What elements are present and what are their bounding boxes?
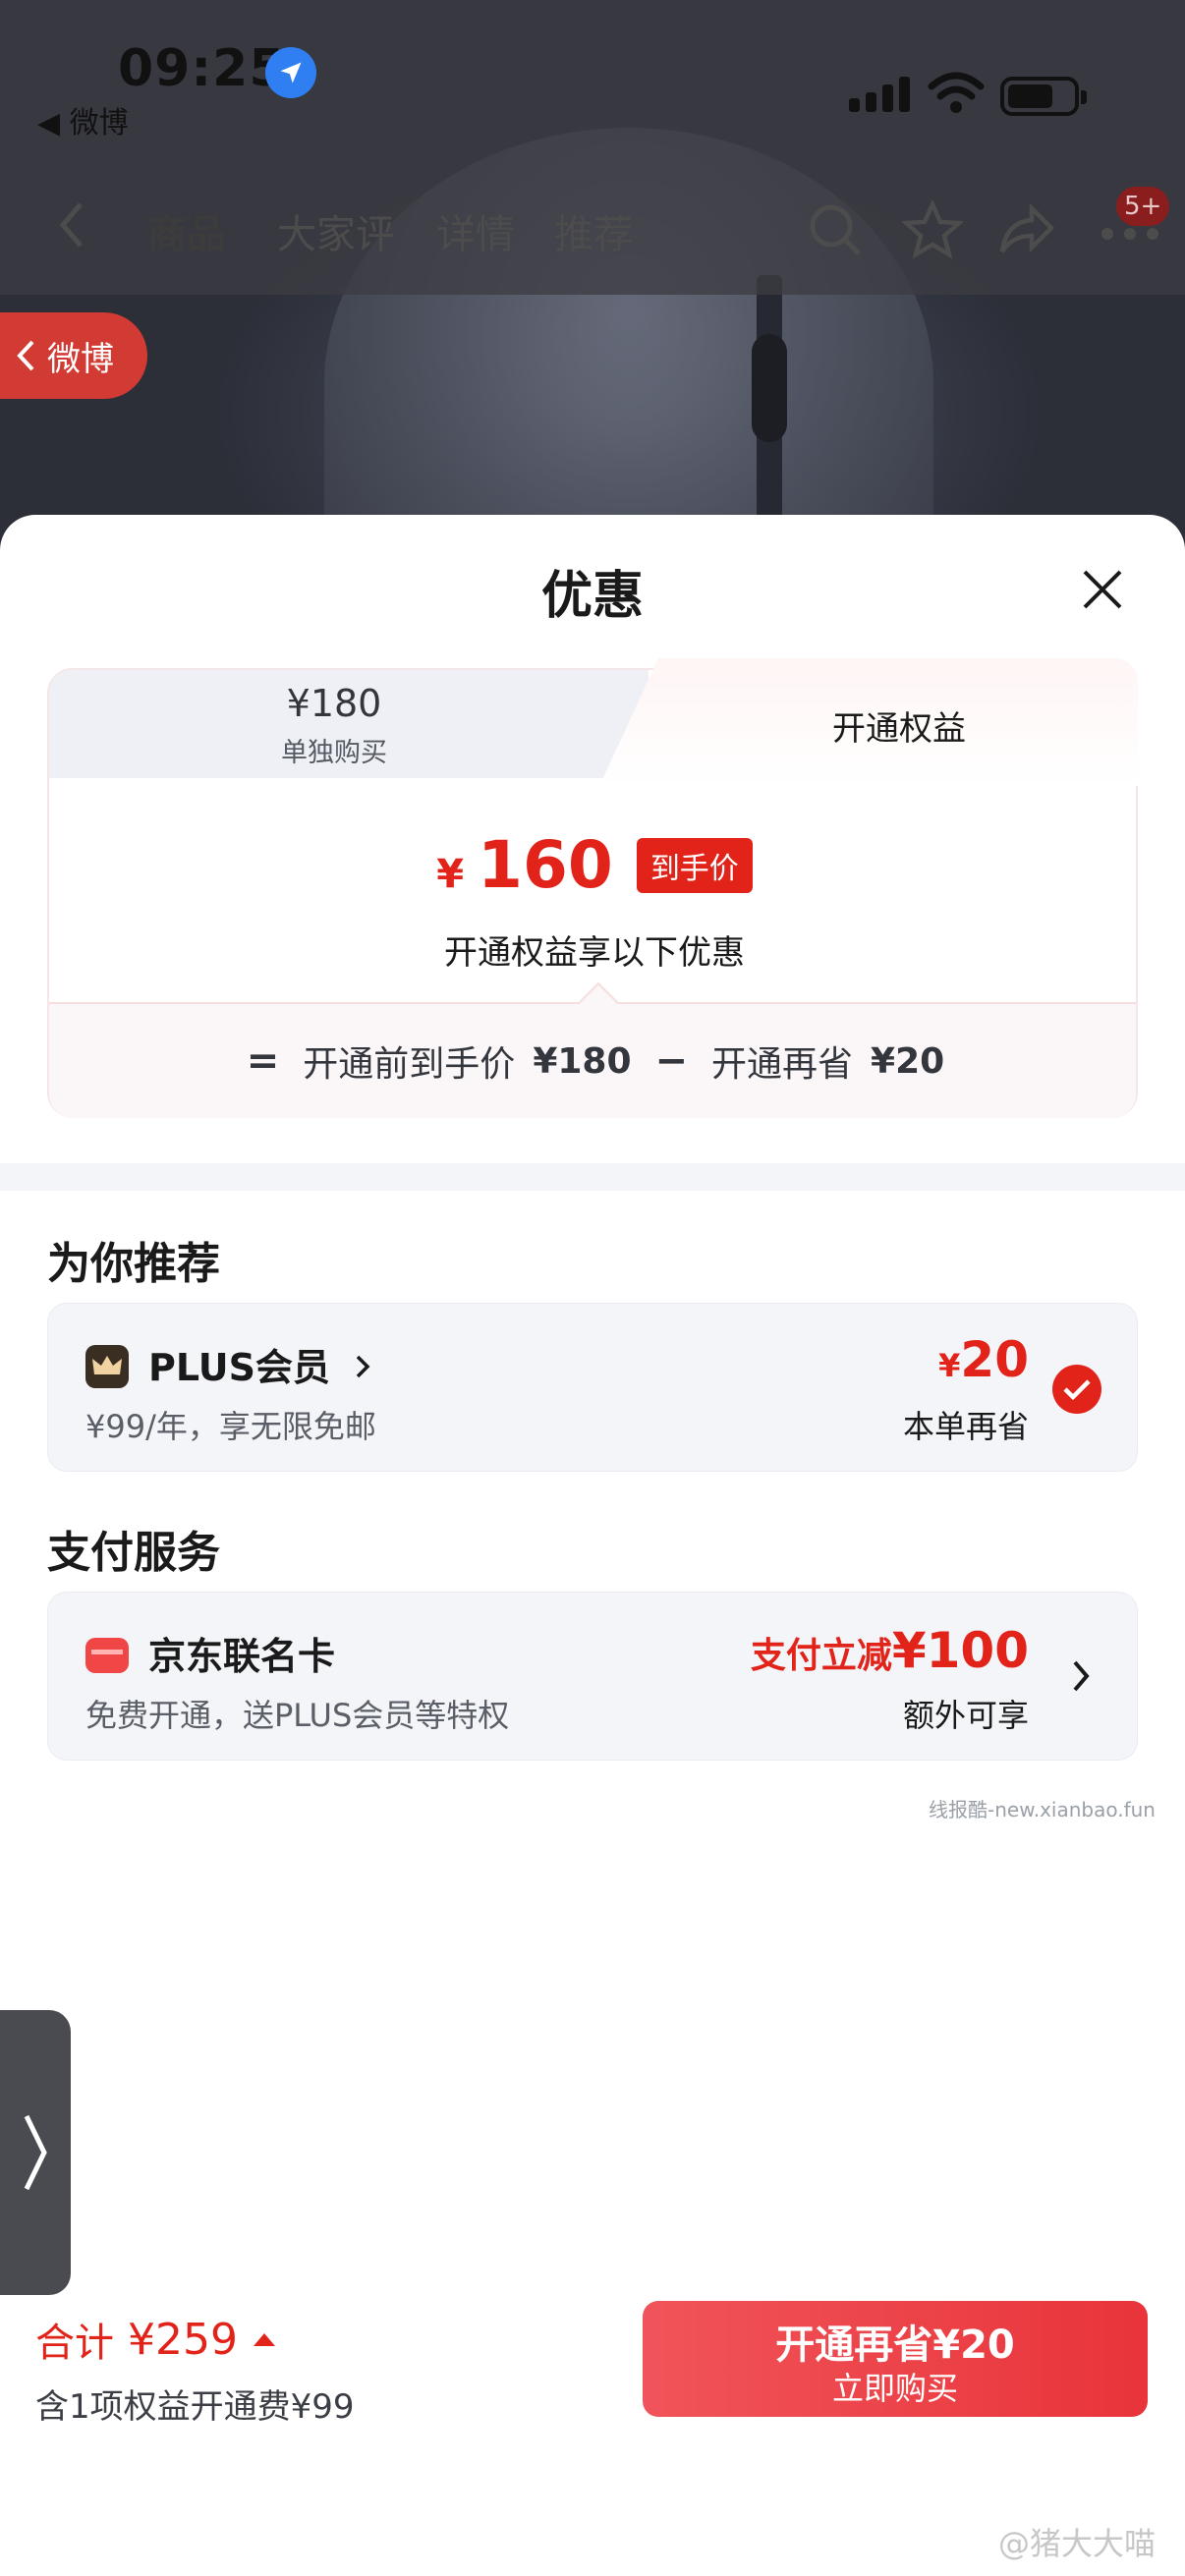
total-subtitle: 含1项权益开通费¥99 bbox=[35, 2387, 355, 2427]
caret-up-icon bbox=[253, 2333, 275, 2346]
plus-save-label: 本单再省 bbox=[902, 1408, 1029, 1445]
plus-member-option[interactable]: PLUS会员 ¥99/年，享无限免邮 ¥20 本单再省 bbox=[47, 1303, 1138, 1472]
jd-card-name: 京东联名卡 bbox=[148, 1635, 336, 1678]
jd-card-offer-sub: 额外可享 bbox=[902, 1697, 1029, 1734]
single-label: 单独购买 bbox=[281, 738, 387, 768]
chevron-left-icon bbox=[17, 340, 34, 371]
product-tab-reviews[interactable]: 大家评 bbox=[277, 202, 395, 259]
equals-sign: = bbox=[246, 1038, 280, 1084]
checkmark-icon[interactable] bbox=[1052, 1365, 1101, 1414]
before-price-label: 开通前到手价 bbox=[303, 1044, 516, 1085]
jd-card-option[interactable]: 京东联名卡 免费开通，送PLUS会员等特权 支付立减¥100 额外可享 bbox=[47, 1592, 1138, 1761]
jd-card-offer: 支付立减¥100 bbox=[751, 1622, 1029, 1679]
watermark-text: 线报酷-new.xianbao.fun bbox=[929, 1798, 1156, 1821]
save-label: 开通再省 bbox=[711, 1044, 854, 1085]
author-credit: @猪大大喵 bbox=[997, 2525, 1156, 2562]
notification-badge: 5+ bbox=[1116, 187, 1170, 226]
side-drawer-handle[interactable] bbox=[0, 2010, 71, 2295]
crown-icon bbox=[85, 1345, 129, 1388]
status-time: 09:25 bbox=[118, 39, 286, 98]
discount-sheet: 优惠 ¥180 单独购买 开通权益 ¥ 160 到手价 开通权益享以下优惠 = … bbox=[0, 515, 1185, 2576]
close-icon[interactable] bbox=[1077, 564, 1128, 615]
back-chevron-icon[interactable] bbox=[57, 200, 86, 253]
final-price-value: 160 bbox=[478, 827, 613, 903]
chevron-right-icon bbox=[356, 1355, 370, 1378]
price-calculation: = 开通前到手价 ¥180 − 开通再省 ¥20 bbox=[49, 981, 1136, 1118]
product-tab-goods[interactable]: 商品 bbox=[147, 202, 226, 259]
more-icon[interactable] bbox=[1100, 226, 1159, 245]
final-price-tag: 到手价 bbox=[636, 837, 753, 893]
jd-card-desc: 免费开通，送PLUS会员等特权 bbox=[85, 1697, 510, 1734]
plus-member-desc: ¥99/年，享无限免邮 bbox=[85, 1408, 376, 1445]
section-divider bbox=[0, 1163, 1185, 1191]
status-bar: 09:25 ◀ 微博 bbox=[0, 0, 1185, 147]
plus-save-currency: ¥ bbox=[938, 1347, 961, 1384]
save-value: ¥20 bbox=[871, 1040, 945, 1082]
product-tab-details[interactable]: 详情 bbox=[436, 202, 515, 259]
payment-title: 支付服务 bbox=[47, 1528, 220, 1578]
recommend-title: 为你推荐 bbox=[47, 1239, 220, 1289]
chevron-right-icon[interactable] bbox=[1070, 1657, 1092, 1699]
tab-single-purchase[interactable]: ¥180 单独购买 bbox=[49, 670, 649, 778]
favorite-star-icon[interactable] bbox=[900, 198, 965, 263]
total-label: 合计 bbox=[35, 2321, 114, 2366]
final-price-row: ¥ 160 到手价 bbox=[49, 827, 1140, 903]
total-value: ¥259 bbox=[128, 2314, 238, 2365]
credit-card-icon bbox=[85, 1638, 129, 1673]
battery-icon bbox=[1000, 77, 1087, 116]
single-price: ¥180 bbox=[286, 682, 382, 725]
plus-member-name[interactable]: PLUS会员 bbox=[148, 1337, 372, 1391]
jd-card-offer-value: ¥100 bbox=[891, 1622, 1029, 1679]
sheet-title: 优惠 bbox=[540, 567, 644, 626]
before-price-value: ¥180 bbox=[533, 1040, 632, 1082]
chevron-right-icon bbox=[24, 2114, 47, 2191]
search-icon[interactable] bbox=[806, 200, 865, 263]
weibo-back-button[interactable]: 微博 bbox=[0, 312, 147, 399]
product-nav: 商品 大家评 详情 推荐 bbox=[0, 187, 1185, 275]
product-image-zip-pull bbox=[752, 334, 787, 442]
total-price[interactable]: 合计 ¥259 bbox=[35, 2311, 277, 2368]
weibo-back-label: 微博 bbox=[47, 339, 114, 379]
final-price-subtitle: 开通权益享以下优惠 bbox=[444, 933, 745, 973]
calc-notch bbox=[577, 981, 620, 1025]
buy-button-line1: 开通再省¥20 bbox=[775, 2323, 1015, 2368]
final-price-currency: ¥ bbox=[436, 851, 465, 897]
share-icon[interactable] bbox=[996, 200, 1057, 263]
price-card: ¥180 单独购买 开通权益 ¥ 160 到手价 开通权益享以下优惠 = 开通前… bbox=[47, 658, 1140, 1118]
open-rights-label: 开通权益 bbox=[832, 709, 966, 749]
back-to-app-link[interactable]: ◀ 微博 bbox=[37, 98, 129, 141]
minus-sign: − bbox=[654, 1038, 689, 1084]
tab-open-rights[interactable]: 开通权益 bbox=[599, 658, 1138, 786]
signal-icon bbox=[849, 77, 910, 112]
location-icon bbox=[265, 47, 316, 98]
jd-card-offer-prefix: 支付立减 bbox=[750, 1636, 892, 1676]
product-tab-recommend[interactable]: 推荐 bbox=[554, 202, 633, 259]
plus-save-amount: ¥20 bbox=[938, 1331, 1029, 1388]
plus-save-value: 20 bbox=[960, 1331, 1029, 1388]
buy-button-line2: 立即购买 bbox=[831, 2370, 958, 2407]
plus-member-label: PLUS会员 bbox=[148, 1346, 330, 1389]
wifi-icon bbox=[928, 71, 985, 118]
buy-now-button[interactable]: 开通再省¥20 立即购买 bbox=[643, 2301, 1148, 2417]
